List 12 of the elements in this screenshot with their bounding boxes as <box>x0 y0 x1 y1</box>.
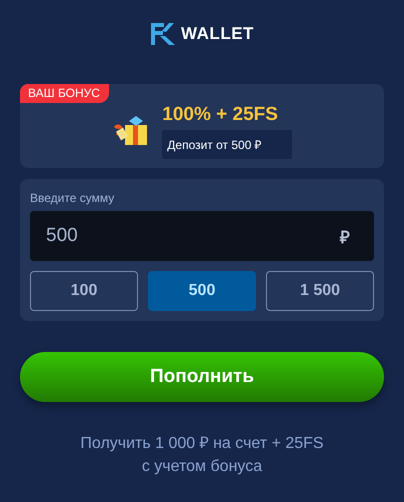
bonus-badge: ВАШ БОНУС <box>20 84 109 103</box>
amount-label: Введите сумму <box>30 191 116 205</box>
currency-sign: ₽ <box>340 226 350 248</box>
amount-preset-button[interactable]: 1 500 <box>266 271 374 311</box>
bonus-title: 100% + 25FS <box>162 104 279 126</box>
logo-text: WALLET <box>181 24 254 44</box>
deposit-label: Депозит от 500 ₽ <box>162 130 292 158</box>
amount-field[interactable]: 500 ₽ <box>30 211 374 261</box>
amount-preset-button[interactable]: 100 <box>30 271 138 311</box>
amount-preset-button[interactable]: 500 <box>148 271 256 311</box>
deposit-button[interactable]: Пополнить <box>20 352 384 402</box>
bonus-note: Получить 1 000 ₽ на счет + 25FS с учетом бонуса <box>79 434 325 477</box>
